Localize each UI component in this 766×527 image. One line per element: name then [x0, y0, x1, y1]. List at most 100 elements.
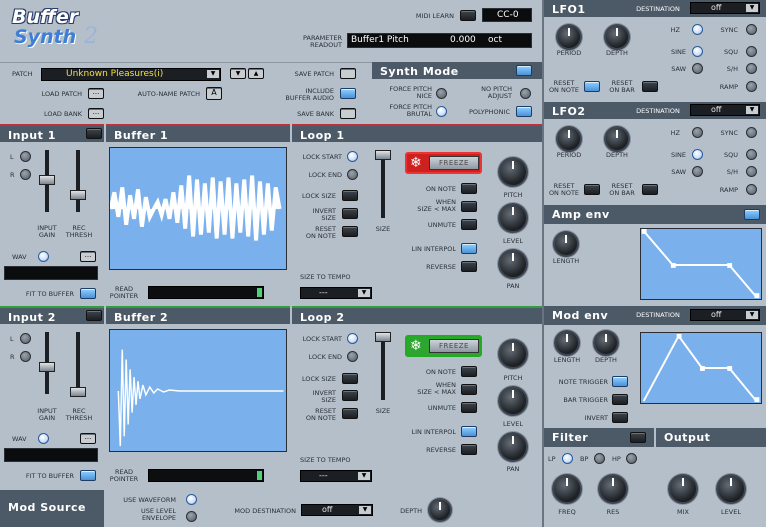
lfo1-reset-bar-button[interactable] [642, 81, 658, 92]
loop1-lock-end-radio[interactable] [347, 169, 358, 180]
lfo2-sine-radio[interactable] [692, 149, 703, 160]
lfo1-hz-radio[interactable] [692, 24, 703, 35]
loop2-pitch-knob[interactable] [498, 339, 528, 369]
loop2-on-note-button[interactable] [461, 366, 477, 377]
no-pitch-radio[interactable] [520, 88, 531, 99]
loop1-invert-size-button[interactable] [342, 208, 358, 219]
input2-r-radio[interactable] [20, 351, 31, 362]
loop2-pan-knob[interactable] [498, 432, 528, 462]
use-level-radio[interactable] [186, 511, 197, 522]
note-trigger-button[interactable] [612, 376, 628, 387]
input1-wav-browse-button[interactable]: ... [80, 251, 96, 262]
loop2-tempo-select[interactable]: --- ▼ [300, 470, 372, 482]
lfo2-ramp-radio[interactable] [746, 184, 757, 195]
buffer2-waveform[interactable] [109, 329, 287, 452]
lfo2-period-knob[interactable] [556, 126, 582, 152]
loop1-reset-on-note-button[interactable] [342, 226, 358, 237]
lfo1-ramp-radio[interactable] [746, 81, 757, 92]
input1-toggle[interactable] [86, 128, 102, 139]
amp-env-graph[interactable] [640, 228, 762, 300]
loop1-unmute-button[interactable] [461, 219, 477, 230]
filter-hp-radio[interactable] [626, 453, 637, 464]
lfo1-sync-radio[interactable] [746, 24, 757, 35]
lfo2-reset-note-button[interactable] [584, 184, 600, 195]
amp-env-toggle[interactable] [744, 209, 760, 220]
lfo1-sine-radio[interactable] [692, 46, 703, 57]
lfo2-reset-bar-button[interactable] [642, 184, 658, 195]
lfo2-hz-radio[interactable] [692, 127, 703, 138]
loop1-level-knob[interactable] [498, 203, 528, 233]
output-level-knob[interactable] [716, 474, 746, 504]
buffer1-waveform[interactable] [109, 147, 287, 270]
loop1-pitch-knob[interactable] [498, 157, 528, 187]
input1-l-radio[interactable] [20, 151, 31, 162]
mod-depth-knob[interactable] [428, 498, 452, 522]
lfo2-squ-radio[interactable] [746, 149, 757, 160]
input2-l-radio[interactable] [20, 333, 31, 344]
loop2-lin-interpol-button[interactable] [461, 426, 477, 437]
force-nice-radio[interactable] [436, 88, 447, 99]
input2-gain-slider[interactable] [39, 332, 55, 394]
mod-env-graph[interactable] [640, 332, 762, 404]
loop2-unmute-button[interactable] [461, 402, 477, 413]
loop1-on-note-button[interactable] [461, 183, 477, 194]
synth-mode-toggle[interactable] [516, 65, 532, 76]
patch-select[interactable]: Unknown Pleasures(i) ▼ [41, 68, 221, 81]
lfo1-period-knob[interactable] [556, 24, 582, 50]
mod-destination-select[interactable]: off ▼ [301, 504, 373, 516]
lfo2-sh-radio[interactable] [746, 166, 757, 177]
force-brutal-radio[interactable] [436, 106, 447, 117]
lfo1-destination-select[interactable]: off ▼ [690, 2, 760, 14]
input2-rec-thresh-slider[interactable] [70, 332, 86, 397]
lfo1-reset-note-button[interactable] [584, 81, 600, 92]
loop2-level-knob[interactable] [498, 386, 528, 416]
loop1-pan-knob[interactable] [498, 249, 528, 279]
midi-cc-display[interactable]: CC-0 [482, 8, 532, 22]
input1-r-radio[interactable] [20, 169, 31, 180]
filter-toggle[interactable] [630, 432, 646, 443]
patch-prev-button[interactable]: ▼ [230, 68, 246, 79]
buffer2-read-pointer[interactable] [148, 469, 264, 482]
polyphonic-toggle[interactable] [516, 106, 532, 117]
loop2-size-slider[interactable] [375, 332, 391, 400]
loop2-reset-on-note-button[interactable] [342, 408, 358, 419]
loop2-lock-size-button[interactable] [342, 373, 358, 384]
lfo1-saw-radio[interactable] [692, 63, 703, 74]
save-bank-button[interactable] [340, 108, 356, 119]
mod-env-length-knob[interactable] [554, 330, 580, 356]
load-bank-button[interactable]: ... [88, 108, 104, 119]
filter-lp-radio[interactable] [562, 453, 573, 464]
bar-trigger-button[interactable] [612, 394, 628, 405]
buffer1-read-pointer[interactable] [148, 286, 264, 299]
lfo1-depth-knob[interactable] [604, 24, 630, 50]
lfo2-sync-radio[interactable] [746, 127, 757, 138]
input1-wav-radio[interactable] [38, 251, 49, 262]
mod-env-handle-release[interactable] [754, 397, 760, 403]
lfo2-depth-knob[interactable] [604, 126, 630, 152]
include-buffer-toggle[interactable] [340, 88, 356, 99]
patch-next-button[interactable]: ▲ [248, 68, 264, 79]
loop2-invert-size-button[interactable] [342, 390, 358, 401]
amp-env-handle-decay[interactable] [670, 263, 676, 268]
lfo1-sh-radio[interactable] [746, 63, 757, 74]
amp-env-handle-attack[interactable] [641, 229, 647, 234]
loop2-lock-start-radio[interactable] [347, 333, 358, 344]
loop2-reverse-button[interactable] [461, 444, 477, 455]
loop1-reverse-button[interactable] [461, 261, 477, 272]
filter-bp-radio[interactable] [594, 453, 605, 464]
loop1-lin-interpol-button[interactable] [461, 243, 477, 254]
auto-name-button[interactable]: A [206, 87, 222, 100]
input1-rec-thresh-slider[interactable] [70, 150, 86, 212]
input2-fit-button[interactable] [80, 470, 96, 481]
input2-wav-browse-button[interactable]: ... [80, 433, 96, 444]
lfo1-squ-radio[interactable] [746, 46, 757, 57]
loop1-tempo-select[interactable]: --- ▼ [300, 287, 372, 299]
amp-env-length-knob[interactable] [553, 231, 579, 257]
lfo2-saw-radio[interactable] [692, 166, 703, 177]
input1-gain-slider[interactable] [39, 150, 55, 212]
mod-env-invert-button[interactable] [612, 412, 628, 423]
amp-env-handle-release[interactable] [754, 293, 760, 299]
lfo2-destination-select[interactable]: off ▼ [690, 104, 760, 116]
output-mix-knob[interactable] [668, 474, 698, 504]
loop1-lock-start-radio[interactable] [347, 151, 358, 162]
